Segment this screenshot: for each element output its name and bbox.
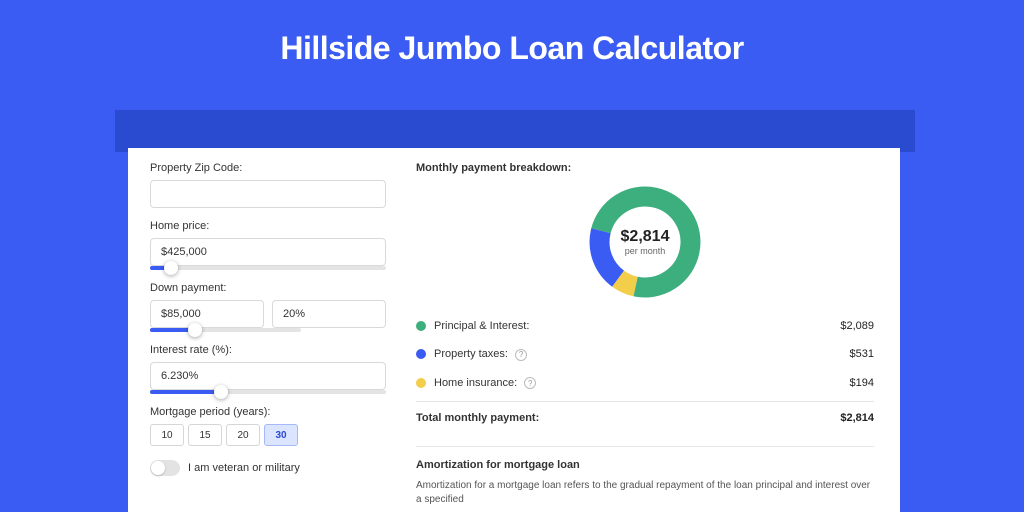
interest-slider-thumb[interactable]: [214, 385, 228, 399]
down-payment-pct-input[interactable]: [272, 300, 386, 328]
home-price-group: Home price:: [150, 220, 386, 270]
period-options: 10 15 20 30: [150, 424, 386, 446]
form-panel: Property Zip Code: Home price: Down paym…: [128, 148, 408, 512]
legend-name-taxes: Property taxes: ?: [434, 348, 850, 361]
veteran-toggle[interactable]: [150, 460, 180, 476]
help-icon[interactable]: ?: [515, 349, 527, 361]
down-payment-slider-thumb[interactable]: [188, 323, 202, 337]
home-price-slider[interactable]: [150, 266, 386, 270]
donut-center-label: per month: [625, 246, 666, 256]
legend-total-value: $2,814: [840, 412, 874, 424]
down-payment-label: Down payment:: [150, 282, 386, 294]
card-shadow: [115, 110, 915, 152]
donut-wrap: $2,814 per month: [416, 180, 874, 312]
legend-name-pi: Principal & Interest:: [434, 320, 840, 332]
legend-row-taxes: Property taxes: ? $531: [416, 340, 874, 369]
zip-input[interactable]: [150, 180, 386, 208]
period-btn-15[interactable]: 15: [188, 424, 222, 446]
zip-label: Property Zip Code:: [150, 162, 386, 174]
home-price-label: Home price:: [150, 220, 386, 232]
veteran-toggle-knob: [151, 461, 165, 475]
down-payment-input[interactable]: [150, 300, 264, 328]
interest-slider-active: [150, 390, 221, 394]
amortization-body: Amortization for a mortgage loan refers …: [416, 479, 874, 507]
veteran-label: I am veteran or military: [188, 462, 300, 474]
legend-row-pi: Principal & Interest: $2,089: [416, 312, 874, 340]
interest-input[interactable]: [150, 362, 386, 390]
legend-dot-insurance: [416, 378, 426, 388]
help-icon[interactable]: ?: [524, 377, 536, 389]
legend-row-insurance: Home insurance: ? $194: [416, 369, 874, 398]
interest-slider[interactable]: [150, 390, 386, 394]
calculator-card: Property Zip Code: Home price: Down paym…: [128, 148, 900, 512]
home-price-slider-thumb[interactable]: [164, 261, 178, 275]
donut-center: $2,814 per month: [585, 182, 705, 302]
breakdown-title: Monthly payment breakdown:: [416, 162, 874, 174]
legend-value-insurance: $194: [850, 377, 874, 389]
zip-group: Property Zip Code:: [150, 162, 386, 208]
interest-group: Interest rate (%):: [150, 344, 386, 394]
legend-dot-pi: [416, 321, 426, 331]
legend-value-taxes: $531: [850, 348, 874, 360]
home-price-input[interactable]: [150, 238, 386, 266]
donut-chart: $2,814 per month: [585, 182, 705, 302]
period-btn-20[interactable]: 20: [226, 424, 260, 446]
page-title: Hillside Jumbo Loan Calculator: [0, 0, 1024, 85]
legend-name-insurance: Home insurance: ?: [434, 377, 850, 390]
amortization-section: Amortization for mortgage loan Amortizat…: [416, 446, 874, 507]
page-background: Hillside Jumbo Loan Calculator Property …: [0, 0, 1024, 512]
period-btn-30[interactable]: 30: [264, 424, 298, 446]
breakdown-panel: Monthly payment breakdown: $2,814 per mo…: [408, 148, 900, 512]
down-payment-slider[interactable]: [150, 328, 301, 332]
donut-center-value: $2,814: [621, 228, 670, 246]
legend-row-total: Total monthly payment: $2,814: [416, 401, 874, 432]
legend-total-label: Total monthly payment:: [416, 412, 840, 424]
legend-value-pi: $2,089: [840, 320, 874, 332]
amortization-title: Amortization for mortgage loan: [416, 459, 874, 471]
interest-label: Interest rate (%):: [150, 344, 386, 356]
legend-dot-taxes: [416, 349, 426, 359]
veteran-row: I am veteran or military: [150, 460, 386, 476]
legend-name-insurance-text: Home insurance:: [434, 377, 517, 389]
period-btn-10[interactable]: 10: [150, 424, 184, 446]
legend-name-taxes-text: Property taxes:: [434, 348, 508, 360]
down-payment-group: Down payment:: [150, 282, 386, 332]
period-label: Mortgage period (years):: [150, 406, 386, 418]
period-group: Mortgage period (years): 10 15 20 30: [150, 406, 386, 446]
